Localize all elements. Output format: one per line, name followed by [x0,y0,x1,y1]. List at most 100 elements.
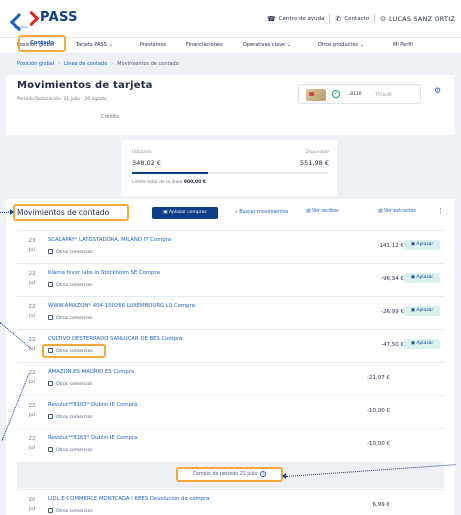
row-category-label: Otros comercios [56,509,93,514]
aplazar-label: Aplazar [416,308,434,313]
buscar-movimientos-button[interactable]: ⌕ Buscar movimientos [235,209,288,215]
billing-period: Periodo facturación: 21 julio - 20 agost… [17,97,107,102]
row-description[interactable]: Revolut**8163* Dublin IE Compra [48,435,137,441]
shopping-bag-icon [48,249,53,254]
row-category: Otros comercios [48,447,93,453]
aplazar-compras-button[interactable]: ▣ Aplazar compras [152,207,218,219]
card-number: ...8116 [346,92,362,97]
nav-item-mi-perfil[interactable]: Mi Perfil [393,42,413,48]
table-row[interactable]: 22 jul WWW.AMAZON* 404-150266 LUXEMBOURG L… [17,296,444,330]
row-amount: -47,50 € [381,342,404,348]
row-description[interactable]: Klarna fever labs in Stockholm SE Compra [48,270,160,276]
card-holder: TITULAR [375,92,392,97]
chevron-down-icon: ⌄ [108,42,113,48]
row-day: 22 [28,304,36,310]
table-row[interactable]: 22 jul Revolut**8163* Dublin IE Compra Otro… [17,395,444,429]
brand-name: PASS [40,10,78,25]
aplazar-button[interactable]: ▣ Aplazar [404,273,440,283]
row-amount: -26,99 € [381,309,404,315]
table-row[interactable]: 23 jul SCALAPAY* LATOSTADORA. MILANO IT Co… [17,230,444,264]
brand-logo[interactable]: Carrefour PASS [14,10,78,29]
help-link[interactable]: Centro de ayuda [279,16,325,22]
row-description[interactable]: CULTIVO DESTERRADO SANLUCAR DE BES Compr… [48,336,182,342]
used-value: 348,02 € [132,159,161,167]
row-description[interactable]: SCALAPAY* LATOSTADORA. MILANO IT Compra [48,237,171,243]
help-icon: ☎ [267,14,276,23]
table-row[interactable]: 22 jul AMAZON.ES MADRID ES Compra Otros com… [17,362,444,396]
row-month: jul [29,506,35,512]
row-amount: -10,00 € [367,441,390,447]
contact-link[interactable]: Contacto [344,16,369,22]
tab-contado[interactable]: Contado [18,35,66,52]
row-category-label: Otros comercios [56,316,93,321]
nav-item-otros-productos[interactable]: Otros productos ⌄ [318,42,364,48]
category-highlight [42,344,106,358]
row-category: Otros comercios [48,508,93,514]
row-category: Otros comercios [48,249,93,255]
ver-extractos-button[interactable]: ▤ Ver extractos [378,209,416,214]
aplazar-button[interactable]: ▣ Aplazar [404,240,440,250]
row-month: jul [29,313,35,319]
row-amount: -141,12 € [377,243,404,249]
table-row[interactable]: 20 jul LIDL E-COMMERCE MONTCADA I REES D… [17,489,444,515]
nav-item-operativas-clave[interactable]: Operativas clave ⌄ [243,42,291,48]
user-name[interactable]: LUCAS SANZ ORTIZ [389,15,455,23]
row-description[interactable]: WWW.AMAZON* 404-150266 LUXEMBOURG LU Com… [48,303,195,309]
nav-label: Otros productos [318,42,358,48]
nav-item-tarjeta-pass[interactable]: Tarjeta PASS ⌄ [76,42,113,48]
shopping-bag-icon [48,381,53,386]
brand-sub: Carrefour [14,24,29,29]
row-amount: 6,99 € [372,502,391,508]
row-month: jul [29,379,35,385]
tab-credito[interactable]: Crédito [101,114,119,120]
available-label: Disponible [305,150,329,155]
period-change-pill: Cambio de periodo 21 julio? [176,467,283,482]
divider [329,14,331,23]
breadcrumb-item-posicion[interactable]: Posición global [17,61,54,67]
breadcrumb: Posición global › Línea de contado › Movimie… [17,61,179,67]
aplazar-label: Aplazar [416,242,434,247]
nav-item-prestamos[interactable]: Préstamos [140,42,166,48]
annotation-arrow-head [282,473,286,479]
row-description[interactable]: LIDL E-COMMERCE MONTCADA I REES Devoluci… [48,496,210,502]
shopping-bag-icon [48,414,53,419]
card-selector[interactable]: ✓ ...8116 TITULAR [298,84,421,104]
aplazar-button[interactable]: ▣ Aplazar [404,306,440,316]
limit-label: Límite total de la línea [132,180,183,185]
phone-icon: ✆ [335,14,342,23]
table-row[interactable]: 22 jul Klarna fever labs in Stockholm SE C… [17,263,444,297]
breadcrumb-current: Movimientos de contado [117,61,179,67]
row-category: Otros comercios [48,315,93,321]
user-icon: ⊙ [380,14,386,23]
row-amount: -21,07 € [367,375,390,381]
settings-icon[interactable]: ⚙ [434,86,441,95]
shopping-bag-icon [48,282,53,287]
table-row[interactable]: 22 jul Revolut**8163* Dublin IE Compra Otro… [17,428,444,462]
extractos-label: Ver extractos [384,209,416,214]
page-title: Movimientos de tarjeta [17,80,153,91]
row-day: 22 [28,337,36,343]
aplazar-label: Aplazar [416,341,434,346]
usage-bar-fill [132,172,208,174]
balance-summary: Utilizado Disponible 348,02 € 551,98 € L… [121,140,337,196]
nav-item-financiaciones[interactable]: Financiaciones [186,42,223,48]
nav-label: Tarjeta PASS [76,42,107,48]
check-icon: ✓ [332,90,340,98]
buscar-label: Buscar movimientos [239,210,289,215]
aplazar-button[interactable]: ▣ Aplazar [404,339,440,349]
shopping-bag-icon [48,447,53,452]
row-description[interactable]: AMAZON.ES MADRID ES Compra [48,369,134,375]
period-change-label: Cambio de periodo 21 julio [192,472,258,477]
row-description[interactable]: Revolut**8163* Dublin IE Compra [48,402,137,408]
movements-title: Movimientos de contado [13,204,129,221]
ver-recibos-button[interactable]: ▤ Ver recibos [306,209,339,214]
breadcrumb-item-linea[interactable]: Línea de contado [64,61,107,67]
row-category-label: Otros comercios [56,382,93,387]
row-category: Otros comercios [48,414,93,420]
header-card: Movimientos de tarjeta Periodo facturaci… [6,75,455,135]
chevron-down-icon: ⌄ [359,42,364,48]
more-options-icon[interactable]: ⋮ [437,207,444,215]
aplazar-compras-label: Aplazar compras [168,210,207,215]
info-icon[interactable]: ? [260,471,267,477]
row-day: 23 [28,238,36,244]
